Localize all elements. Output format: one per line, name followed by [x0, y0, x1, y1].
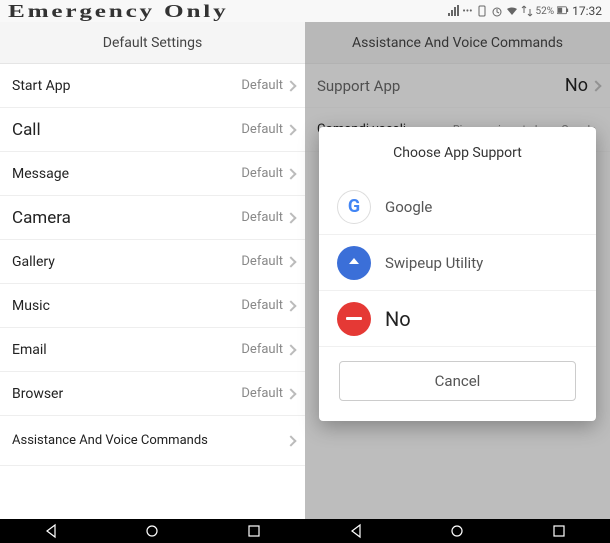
row-label: Assistance And Voice Commands	[12, 433, 208, 448]
row-value: Default	[241, 386, 283, 401]
battery-icon	[557, 5, 569, 17]
chevron-right-icon	[285, 256, 296, 267]
more-icon: •••	[462, 6, 472, 17]
recent-button[interactable]	[551, 523, 567, 539]
row-label: Call	[12, 120, 41, 140]
option-label: Swipeup Utility	[385, 254, 483, 272]
nav-left	[0, 519, 305, 543]
vibrate-icon	[476, 5, 488, 17]
status-bar-right: ••• 52% 17:32	[447, 4, 602, 18]
row-gallery[interactable]: Gallery Default	[0, 240, 305, 284]
no-icon	[337, 302, 371, 336]
row-browser[interactable]: Browser Default	[0, 372, 305, 416]
row-value: Default	[241, 254, 283, 269]
row-email[interactable]: Email Default	[0, 328, 305, 372]
chevron-right-icon	[285, 344, 296, 355]
home-button[interactable]	[449, 523, 465, 539]
left-screen: Default Settings Start App Default Call De…	[0, 22, 305, 519]
row-value: Default	[241, 210, 283, 225]
chevron-right-icon	[285, 80, 296, 91]
row-value: Default	[241, 122, 283, 137]
wifi-icon	[506, 5, 518, 17]
row-value: Default	[241, 166, 283, 181]
row-label: Music	[12, 298, 50, 314]
right-screen: Assistance And Voice Commands Support Ap…	[305, 22, 610, 519]
carrier-text: Emergency Only	[8, 1, 228, 22]
google-icon: G	[337, 190, 371, 224]
chevron-right-icon	[285, 212, 296, 223]
row-camera[interactable]: Camera Default	[0, 196, 305, 240]
row-assistance[interactable]: Assistance And Voice Commands	[0, 416, 305, 466]
dialog-title: Choose App Support	[319, 145, 596, 161]
chevron-right-icon	[285, 124, 296, 135]
row-label: Email	[12, 342, 47, 358]
back-button[interactable]	[43, 523, 59, 539]
chevron-right-icon	[285, 168, 296, 179]
nav-right	[305, 519, 610, 543]
row-label: Message	[12, 166, 69, 182]
left-header: Default Settings	[0, 22, 305, 64]
row-call[interactable]: Call Default	[0, 108, 305, 152]
navigation-bar	[0, 519, 610, 543]
back-button[interactable]	[348, 523, 364, 539]
chevron-right-icon	[285, 300, 296, 311]
row-music[interactable]: Music Default	[0, 284, 305, 328]
choose-app-dialog: Choose App Support G Google Swipeup Util…	[319, 127, 596, 421]
row-label: Camera	[12, 208, 71, 228]
chevron-right-icon	[285, 388, 296, 399]
row-value: Default	[241, 298, 283, 313]
row-message[interactable]: Message Default	[0, 152, 305, 196]
cancel-button[interactable]: Cancel	[339, 361, 576, 401]
option-label: No	[385, 307, 411, 331]
signal-icon	[447, 5, 459, 17]
battery-text: 52%	[536, 6, 555, 17]
row-value: Default	[241, 78, 283, 93]
home-button[interactable]	[144, 523, 160, 539]
left-list: Start App Default Call Default Message Defa…	[0, 64, 305, 519]
time-text: 17:32	[572, 4, 602, 18]
dialog-footer: Cancel	[319, 347, 596, 421]
option-swipeup[interactable]: Swipeup Utility	[319, 235, 596, 291]
left-header-title: Default Settings	[103, 35, 202, 51]
data-icon	[521, 5, 533, 17]
chevron-right-icon	[285, 435, 296, 446]
alarm-icon	[491, 5, 503, 17]
row-label: Gallery	[12, 254, 55, 270]
recent-button[interactable]	[246, 523, 262, 539]
row-start-app[interactable]: Start App Default	[0, 64, 305, 108]
swipeup-icon	[337, 246, 371, 280]
option-label: Google	[385, 198, 432, 216]
screens-container: Default Settings Start App Default Call De…	[0, 22, 610, 519]
option-no[interactable]: No	[319, 291, 596, 347]
row-value: Default	[241, 342, 283, 357]
row-label: Start App	[12, 78, 71, 94]
option-google[interactable]: G Google	[319, 179, 596, 235]
status-bar: Emergency Only ••• 52% 17:32	[0, 0, 610, 22]
row-label: Browser	[12, 386, 63, 402]
